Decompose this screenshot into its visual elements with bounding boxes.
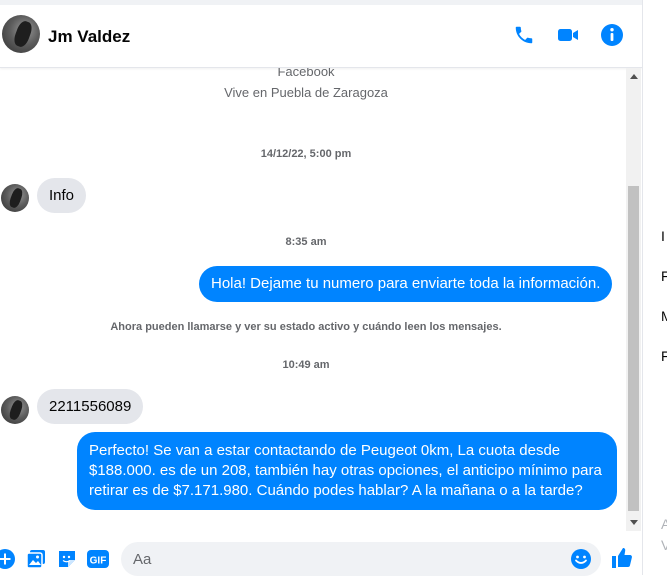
info-icon[interactable] xyxy=(599,22,625,48)
contact-avatar[interactable] xyxy=(2,15,40,53)
message-composer: GIF xyxy=(0,531,642,576)
contact-name[interactable]: Jm Valdez xyxy=(48,27,130,47)
gif-icon[interactable]: GIF xyxy=(87,548,109,570)
emoji-icon[interactable] xyxy=(570,548,592,570)
photo-icon[interactable] xyxy=(25,548,47,570)
panel-text: F xyxy=(661,348,667,364)
panel-text: V xyxy=(661,537,667,553)
incoming-message[interactable]: 2211556089 xyxy=(37,389,144,424)
timestamp: 10:49 am xyxy=(282,359,330,371)
message-input-box[interactable] xyxy=(121,542,601,576)
thumbs-up-icon[interactable] xyxy=(610,546,634,570)
timestamp: 8:35 am xyxy=(285,236,327,248)
phone-icon[interactable] xyxy=(511,22,537,48)
right-side-panel: I F M F A V xyxy=(642,0,667,575)
contact-avatar-small[interactable] xyxy=(1,396,29,424)
timestamp: 14/12/22, 5:00 pm xyxy=(260,148,352,160)
scrollbar-thumb[interactable] xyxy=(628,186,639,511)
gif-label: GIF xyxy=(90,556,107,567)
outgoing-message[interactable]: Perfecto! Se van a estar contactando de … xyxy=(77,432,617,510)
video-camera-icon[interactable] xyxy=(555,22,581,48)
scroll-down-arrow-icon[interactable] xyxy=(630,520,638,525)
message-list[interactable]: Facebook Vive en Puebla de Zaragoza 14/1… xyxy=(0,68,626,531)
plus-icon[interactable] xyxy=(0,548,16,570)
incoming-message[interactable]: Info xyxy=(37,178,87,213)
message-input[interactable] xyxy=(133,549,553,569)
panel-text: M xyxy=(661,308,667,324)
header-top-strip xyxy=(0,0,642,5)
scroll-up-arrow-icon[interactable] xyxy=(630,74,638,79)
message-scrollbar[interactable] xyxy=(626,68,641,531)
profile-location: Vive en Puebla de Zaragoza xyxy=(224,85,388,100)
chat-window: Jm Valdez Facebook Vive en Puebla de Zar… xyxy=(0,0,642,576)
panel-text: A xyxy=(661,516,667,532)
system-notice: Ahora pueden llamarse y ver su estado ac… xyxy=(110,321,502,333)
outgoing-message[interactable]: Hola! Dejame tu numero para enviarte tod… xyxy=(199,266,613,302)
panel-text: F xyxy=(661,268,667,284)
sticker-icon[interactable] xyxy=(56,548,78,570)
profile-source: Facebook xyxy=(277,68,335,79)
contact-avatar-small[interactable] xyxy=(1,184,29,212)
panel-text: I xyxy=(661,228,665,244)
chat-header: Jm Valdez xyxy=(0,0,642,68)
